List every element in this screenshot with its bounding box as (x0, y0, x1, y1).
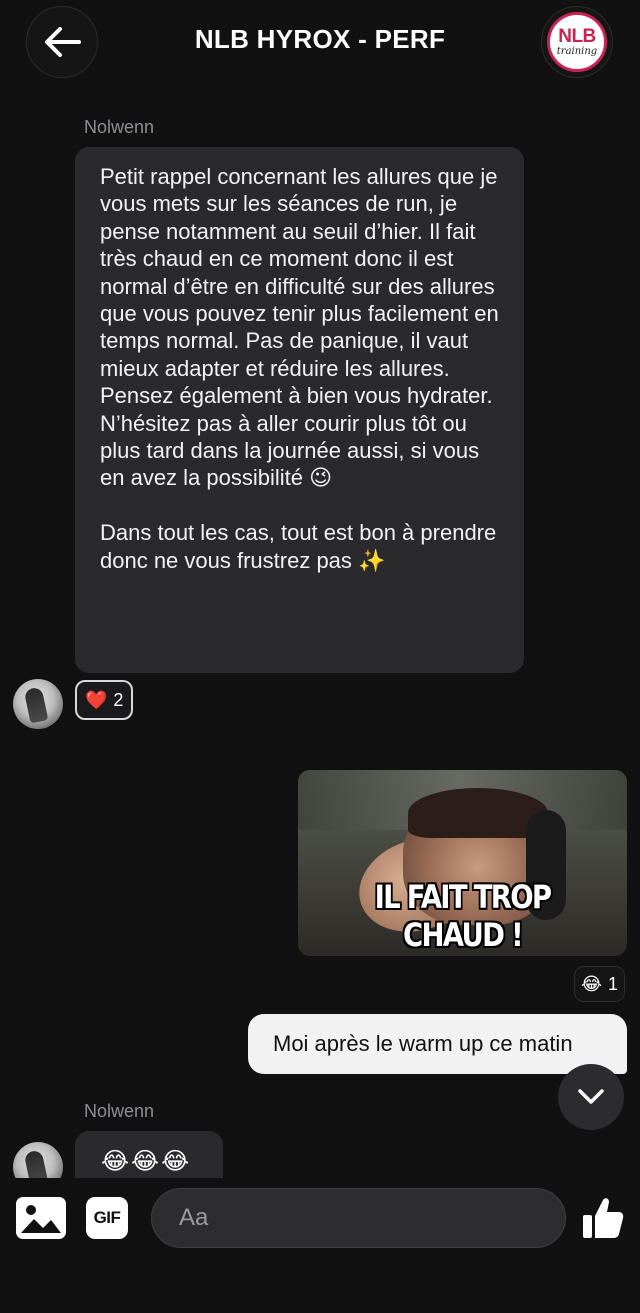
incoming-message-bubble[interactable]: Petit rappel concernant les allures que … (75, 147, 524, 673)
laughing-emoji-icon: 😂 (581, 973, 603, 994)
chevron-down-icon (578, 1089, 604, 1104)
reaction-badge[interactable]: ❤️ 2 (75, 680, 134, 720)
message-text: 😂😂😂 (101, 1148, 192, 1175)
sender-name: Nolwenn (84, 1101, 155, 1121)
gif-button[interactable]: GIF (86, 1197, 128, 1239)
gif-caption: IL FAIT TROP CHAUD ! (374, 878, 552, 954)
group-avatar[interactable]: NLB training (541, 6, 613, 78)
message-text: Petit rappel concernant les allures que … (100, 164, 499, 573)
nlb-training-logo: NLB training (547, 12, 607, 72)
image-icon (16, 1197, 66, 1239)
reaction-count: 1 (608, 973, 619, 994)
reaction-count: 2 (113, 689, 124, 710)
outgoing-message-bubble[interactable]: Moi après le warm up ce matin (248, 1014, 627, 1074)
reaction-badge[interactable]: 😂 1 (574, 966, 626, 1002)
thumbs-up-icon (583, 1198, 624, 1238)
image-picker-button[interactable] (16, 1197, 66, 1239)
scroll-to-bottom-button[interactable] (558, 1064, 624, 1130)
gif-message[interactable]: IL FAIT TROP CHAUD ! (298, 770, 627, 956)
chat-header: NLB HYROX - PERF NLB training (0, 0, 640, 86)
message-input[interactable]: Aa (151, 1188, 566, 1248)
avatar[interactable] (13, 679, 63, 729)
heart-emoji-icon: ❤️ (85, 689, 108, 710)
message-text: Moi après le warm up ce matin (273, 1031, 573, 1056)
sender-name: Nolwenn (84, 117, 155, 137)
input-placeholder: Aa (179, 1204, 209, 1231)
like-button[interactable] (582, 1196, 624, 1240)
